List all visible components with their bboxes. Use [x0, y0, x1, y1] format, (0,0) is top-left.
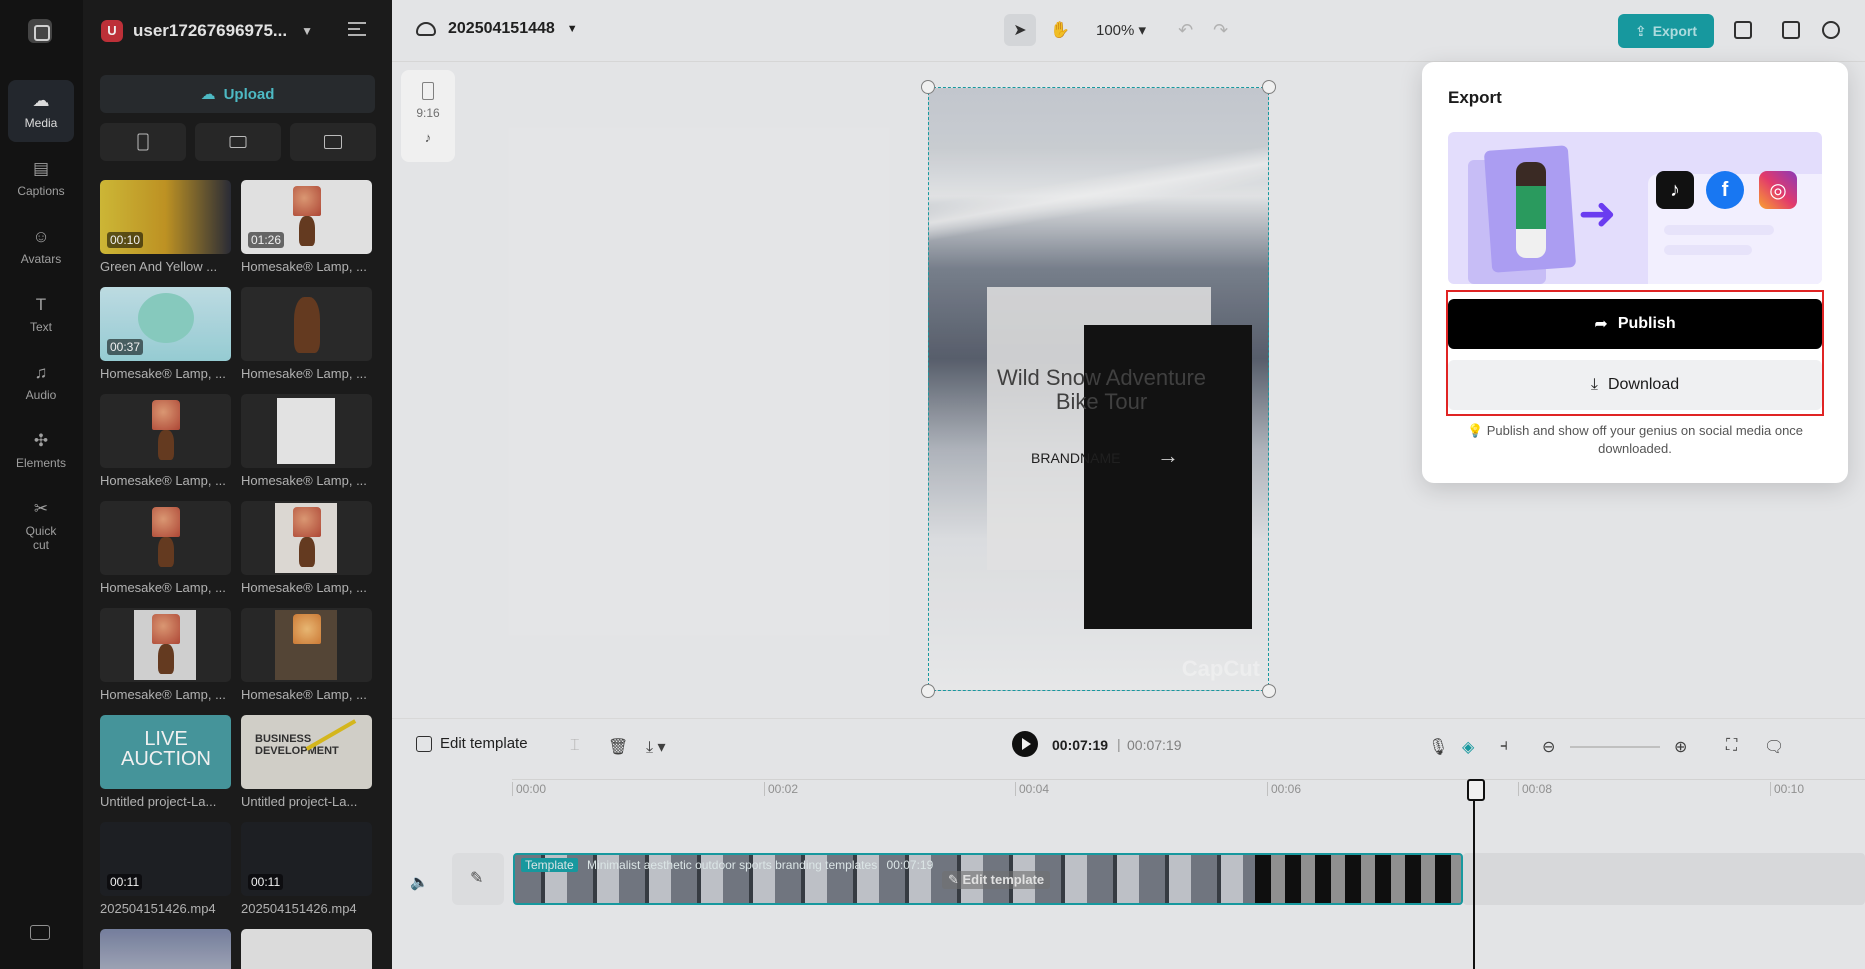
share-icon: ➦	[1594, 316, 1608, 333]
tiktok-icon: ♪	[1656, 171, 1694, 209]
facebook-icon: f	[1706, 171, 1744, 209]
export-illustration: ➜ ♪ f ◎	[1448, 132, 1822, 284]
lightbulb-icon: 💡	[1466, 423, 1484, 438]
popup-title: Export	[1448, 88, 1502, 107]
instagram-icon: ◎	[1759, 171, 1797, 209]
export-popup: Export ➜ ♪ f ◎ ➦ Publish ⤓ Download 💡 Pu…	[1422, 62, 1848, 483]
arrow-icon: ➜	[1578, 187, 1617, 239]
download-icon: ⤓	[1590, 376, 1598, 393]
publish-button[interactable]: ➦ Publish	[1448, 299, 1822, 349]
download-button[interactable]: ⤓ Download	[1448, 360, 1822, 410]
publish-hint: 💡 Publish and show off your genius on so…	[1466, 423, 1804, 456]
